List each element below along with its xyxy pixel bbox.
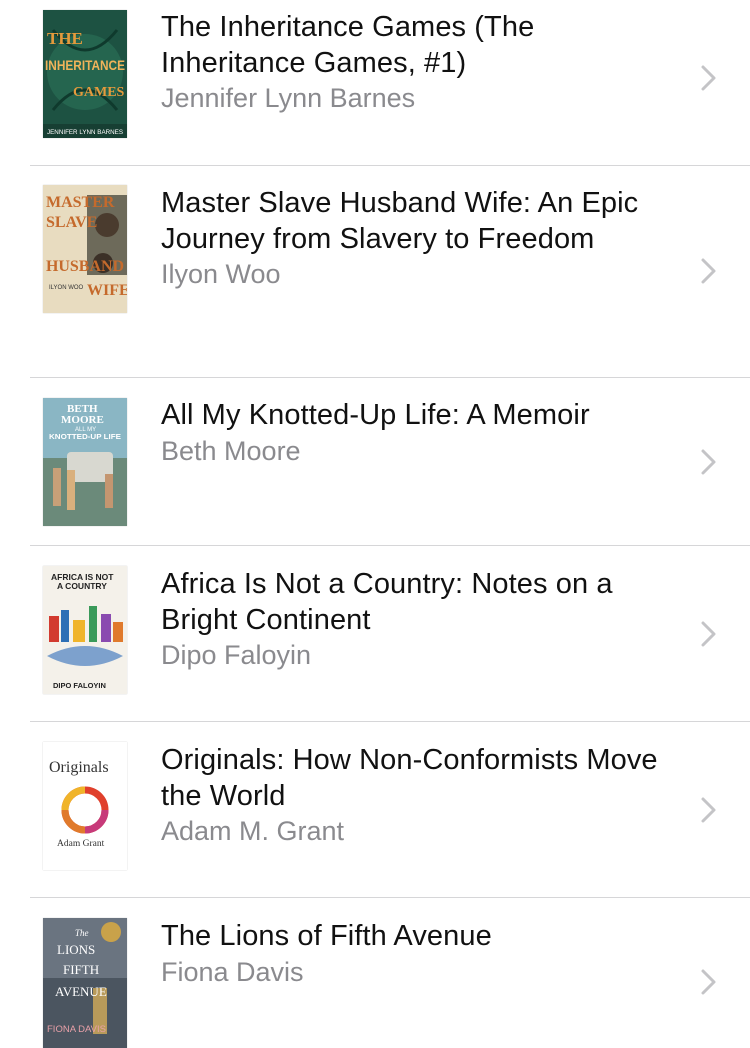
book-row-africa-not-country[interactable]: AFRICA IS NOT A COUNTRY DIPO FALOYIN Afr… xyxy=(0,546,750,721)
svg-text:Originals: Originals xyxy=(49,759,109,776)
book-author: Ilyon Woo xyxy=(161,259,281,289)
book-row-originals[interactable]: Originals Adam Grant Originals: How Non-… xyxy=(0,722,750,897)
book-info: The Lions of Fifth Avenue Fiona Davis xyxy=(161,919,661,990)
chevron-right-icon xyxy=(698,447,720,477)
chevron-right-icon xyxy=(698,63,720,93)
svg-text:FIFTH: FIFTH xyxy=(63,962,99,977)
svg-text:KNOTTED-UP LIFE: KNOTTED-UP LIFE xyxy=(49,434,121,441)
book-author: Dipo Faloyin xyxy=(161,640,312,670)
book-cover-knotted-up-life: BETH MOORE ALL MY KNOTTED-UP LIFE xyxy=(43,398,127,526)
book-info: Master Slave Husband Wife: An Epic Journ… xyxy=(161,186,661,292)
svg-text:JENNIFER LYNN BARNES: JENNIFER LYNN BARNES xyxy=(47,129,124,136)
book-row-knotted-up-life[interactable]: BETH MOORE ALL MY KNOTTED-UP LIFE All My… xyxy=(0,378,750,545)
book-row-lions-fifth-avenue[interactable]: The LIONS FIFTH AVENUE FIONA DAVIS The L… xyxy=(0,898,750,1048)
book-author: Jennifer Lynn Barnes xyxy=(161,83,416,113)
book-title: The Inheritance Games (The Inheritance G… xyxy=(161,11,535,79)
svg-text:AVENUE: AVENUE xyxy=(55,984,107,999)
book-author: Beth Moore xyxy=(161,435,301,466)
svg-text:INHERITANCE: INHERITANCE xyxy=(45,57,125,73)
svg-text:GAMES: GAMES xyxy=(73,85,125,100)
book-info: Africa Is Not a Country: Notes on a Brig… xyxy=(161,567,661,673)
book-title: Master Slave Husband Wife: An Epic Journ… xyxy=(161,187,639,255)
svg-text:ALL MY: ALL MY xyxy=(75,427,96,433)
svg-text:LIONS: LIONS xyxy=(57,942,95,957)
chevron-right-icon xyxy=(698,967,720,997)
chevron-right-icon xyxy=(698,795,720,825)
book-title: Africa Is Not a Country: Notes on a Brig… xyxy=(161,568,613,636)
svg-text:DIPO FALOYIN: DIPO FALOYIN xyxy=(53,681,106,690)
book-info: The Inheritance Games (The Inheritance G… xyxy=(161,10,661,116)
chevron-right-icon xyxy=(698,619,720,649)
book-list: THE INHERITANCE GAMES JENNIFER LYNN BARN… xyxy=(0,0,750,1048)
book-row-inheritance-games[interactable]: THE INHERITANCE GAMES JENNIFER LYNN BARN… xyxy=(0,0,750,165)
book-author: Adam M. Grant xyxy=(161,816,345,846)
svg-text:MASTER: MASTER xyxy=(46,194,115,211)
svg-text:WIFE: WIFE xyxy=(87,282,127,299)
svg-text:ILYON WOO: ILYON WOO xyxy=(49,285,84,291)
svg-text:Adam Grant: Adam Grant xyxy=(57,839,105,849)
svg-text:HUSBAND: HUSBAND xyxy=(46,258,124,275)
chevron-right-icon xyxy=(698,256,720,286)
svg-text:MOORE: MOORE xyxy=(61,414,104,426)
svg-text:FIONA DAVIS: FIONA DAVIS xyxy=(47,1024,106,1035)
book-cover-lions-fifth-avenue: The LIONS FIFTH AVENUE FIONA DAVIS xyxy=(43,918,127,1048)
book-title: All My Knotted-Up Life: A Memoir xyxy=(161,399,590,431)
cover-text: THE xyxy=(47,29,83,48)
svg-text:A COUNTRY: A COUNTRY xyxy=(57,581,107,591)
book-row-master-slave[interactable]: MASTER SLAVE HUSBAND WIFE ILYON WOO Mast… xyxy=(0,166,750,377)
book-title: The Lions of Fifth Avenue xyxy=(161,920,492,952)
book-author: Fiona Davis xyxy=(161,956,304,987)
book-title: Originals: How Non-Conformists Move the … xyxy=(161,744,658,812)
book-cover-africa-not-country: AFRICA IS NOT A COUNTRY DIPO FALOYIN xyxy=(43,566,127,694)
svg-text:The: The xyxy=(75,928,89,938)
svg-text:SLAVE: SLAVE xyxy=(46,214,97,231)
book-cover-master-slave: MASTER SLAVE HUSBAND WIFE ILYON WOO xyxy=(43,185,127,313)
book-cover-originals: Originals Adam Grant xyxy=(43,742,127,870)
book-cover-inheritance-games: THE INHERITANCE GAMES JENNIFER LYNN BARN… xyxy=(43,10,127,138)
book-info: All My Knotted-Up Life: A Memoir Beth Mo… xyxy=(161,398,661,469)
book-info: Originals: How Non-Conformists Move the … xyxy=(161,743,661,849)
